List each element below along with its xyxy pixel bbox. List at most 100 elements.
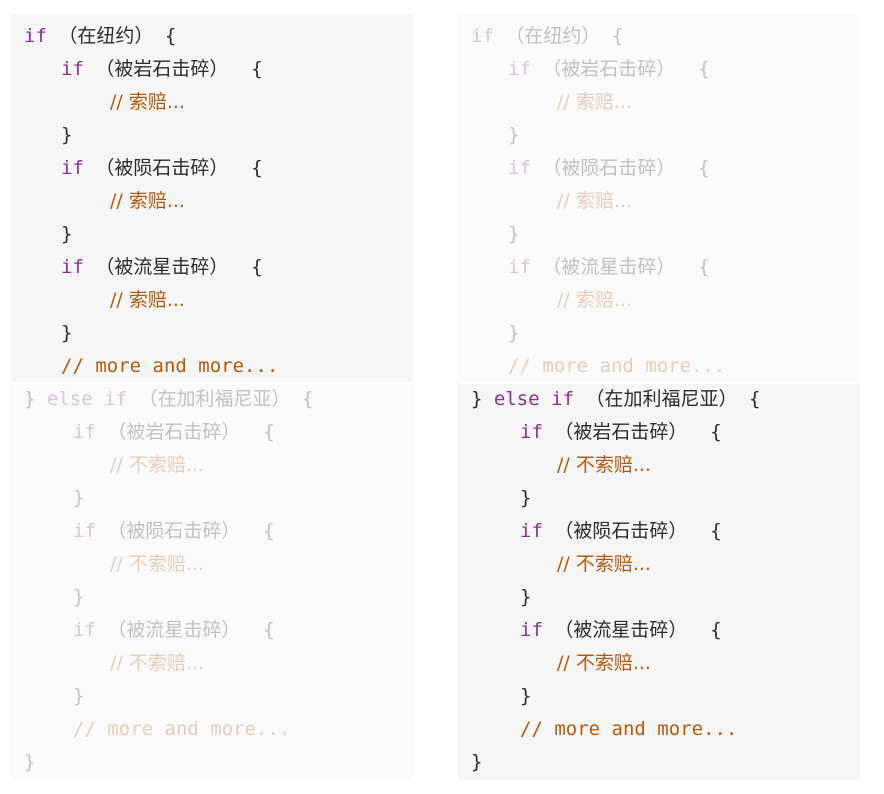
claim-comment: // 索赔... (110, 289, 185, 311)
ny-more-line: // more and more... (61, 354, 278, 378)
case-if-line: if （被流星击碎） { (61, 255, 263, 279)
close-brace: } (73, 487, 85, 509)
close-brace: } (520, 586, 532, 608)
open-brace: { (710, 619, 722, 641)
condition-new-york: （在纽约） (58, 25, 154, 47)
case-if-line: if （被流星击碎） { (520, 618, 722, 642)
case-condition: （被流星击碎） (107, 619, 241, 641)
if-keyword: if (520, 520, 543, 542)
if-keyword: if (73, 520, 96, 542)
claim-comment: // 索赔... (557, 190, 632, 212)
case-close-line: } (73, 585, 84, 609)
if-keyword: if (61, 58, 84, 80)
case-comment-line: // 索赔... (110, 288, 185, 312)
case-if-line: if （被岩石击碎） { (73, 420, 275, 444)
close-brace: } (508, 322, 520, 344)
close-brace: } (24, 388, 36, 410)
case-if-line: if （被陨石击碎） { (61, 156, 263, 180)
more-comment: // more and more... (61, 355, 279, 377)
open-brace: { (698, 157, 710, 179)
if-keyword: if (61, 157, 84, 179)
ca-more-line: // more and more... (520, 717, 737, 741)
close-brace: } (73, 586, 85, 608)
case-close-line: } (508, 321, 519, 345)
case-close-line: } (61, 222, 72, 246)
close-brace: } (520, 685, 532, 707)
ca-else-if-line: } else if （在加利福尼亚） { (24, 387, 313, 411)
case-if-line: if （被陨石击碎） { (73, 519, 275, 543)
close-brace: } (61, 322, 73, 344)
close-brace: } (73, 685, 85, 707)
open-brace: { (251, 58, 263, 80)
open-brace: { (251, 256, 263, 278)
case-condition: （被陨石击碎） (554, 520, 688, 542)
ca-else-if-line: } else if （在加利福尼亚） { (471, 387, 760, 411)
if-keyword: if (61, 256, 84, 278)
else-keyword: else (493, 388, 540, 410)
close-brace: } (520, 487, 532, 509)
if-keyword: if (24, 25, 47, 47)
close-brace: } (471, 388, 483, 410)
no-claim-comment: // 不索赔... (110, 454, 204, 476)
claim-comment: // 索赔... (110, 91, 185, 113)
case-if-line: if （被岩石击碎） { (508, 57, 710, 81)
if-keyword: if (508, 58, 531, 80)
ny-more-line: // more and more... (508, 354, 725, 378)
open-brace: { (710, 421, 722, 443)
condition-california: （在加利福尼亚） (138, 388, 291, 410)
case-close-line: } (520, 684, 531, 708)
open-brace: { (710, 520, 722, 542)
if-keyword: if (508, 256, 531, 278)
case-if-line: if （被陨石击碎） { (520, 519, 722, 543)
case-if-line: if （被岩石击碎） { (61, 57, 263, 81)
case-comment-line: // 索赔... (557, 288, 632, 312)
case-if-line: if （被岩石击碎） { (520, 420, 722, 444)
case-condition: （被岩石击碎） (95, 58, 229, 80)
case-close-line: } (73, 684, 84, 708)
open-brace: { (263, 520, 275, 542)
open-brace: { (251, 157, 263, 179)
more-comment: // more and more... (73, 718, 291, 740)
close-brace: } (508, 124, 520, 146)
case-close-line: } (61, 321, 72, 345)
if-keyword: if (551, 388, 575, 410)
case-close-line: } (520, 486, 531, 510)
case-comment-line: // 不索赔... (110, 453, 204, 477)
open-brace: { (301, 388, 314, 410)
case-comment-line: // 不索赔... (557, 552, 651, 576)
case-condition: （被流星击碎） (542, 256, 676, 278)
if-keyword: if (520, 619, 543, 641)
case-comment-line: // 不索赔... (110, 651, 204, 675)
open-brace: { (748, 388, 761, 410)
case-comment-line: // 索赔... (110, 90, 185, 114)
no-claim-comment: // 不索赔... (557, 553, 651, 575)
case-if-line: if （被流星击碎） { (508, 255, 710, 279)
no-claim-comment: // 不索赔... (557, 454, 651, 476)
case-if-line: if （被陨石击碎） { (508, 156, 710, 180)
condition-new-york: （在纽约） (505, 25, 601, 47)
open-brace: { (611, 25, 624, 47)
condition-california: （在加利福尼亚） (585, 388, 738, 410)
if-keyword: if (104, 388, 128, 410)
case-condition: （被岩石击碎） (554, 421, 688, 443)
case-comment-line: // 不索赔... (557, 651, 651, 675)
ca-final-close-line: } (471, 750, 482, 774)
no-claim-comment: // 不索赔... (557, 652, 651, 674)
case-condition: （被岩石击碎） (107, 421, 241, 443)
open-brace: { (263, 619, 275, 641)
no-claim-comment: // 不索赔... (110, 553, 204, 575)
ny-if-line: if （在纽约） { (471, 24, 623, 48)
case-comment-line: // 索赔... (557, 90, 632, 114)
case-condition: （被陨石击碎） (542, 157, 676, 179)
case-if-line: if （被流星击碎） { (73, 618, 275, 642)
more-comment: // more and more... (508, 355, 726, 377)
case-condition: （被流星击碎） (554, 619, 688, 641)
case-condition: （被流星击碎） (95, 256, 229, 278)
claim-comment: // 索赔... (557, 91, 632, 113)
case-close-line: } (508, 123, 519, 147)
open-brace: { (698, 256, 710, 278)
final-close-brace: } (471, 751, 483, 773)
ca-final-close-line: } (24, 750, 35, 774)
case-condition: （被陨石击碎） (107, 520, 241, 542)
open-brace: { (263, 421, 275, 443)
